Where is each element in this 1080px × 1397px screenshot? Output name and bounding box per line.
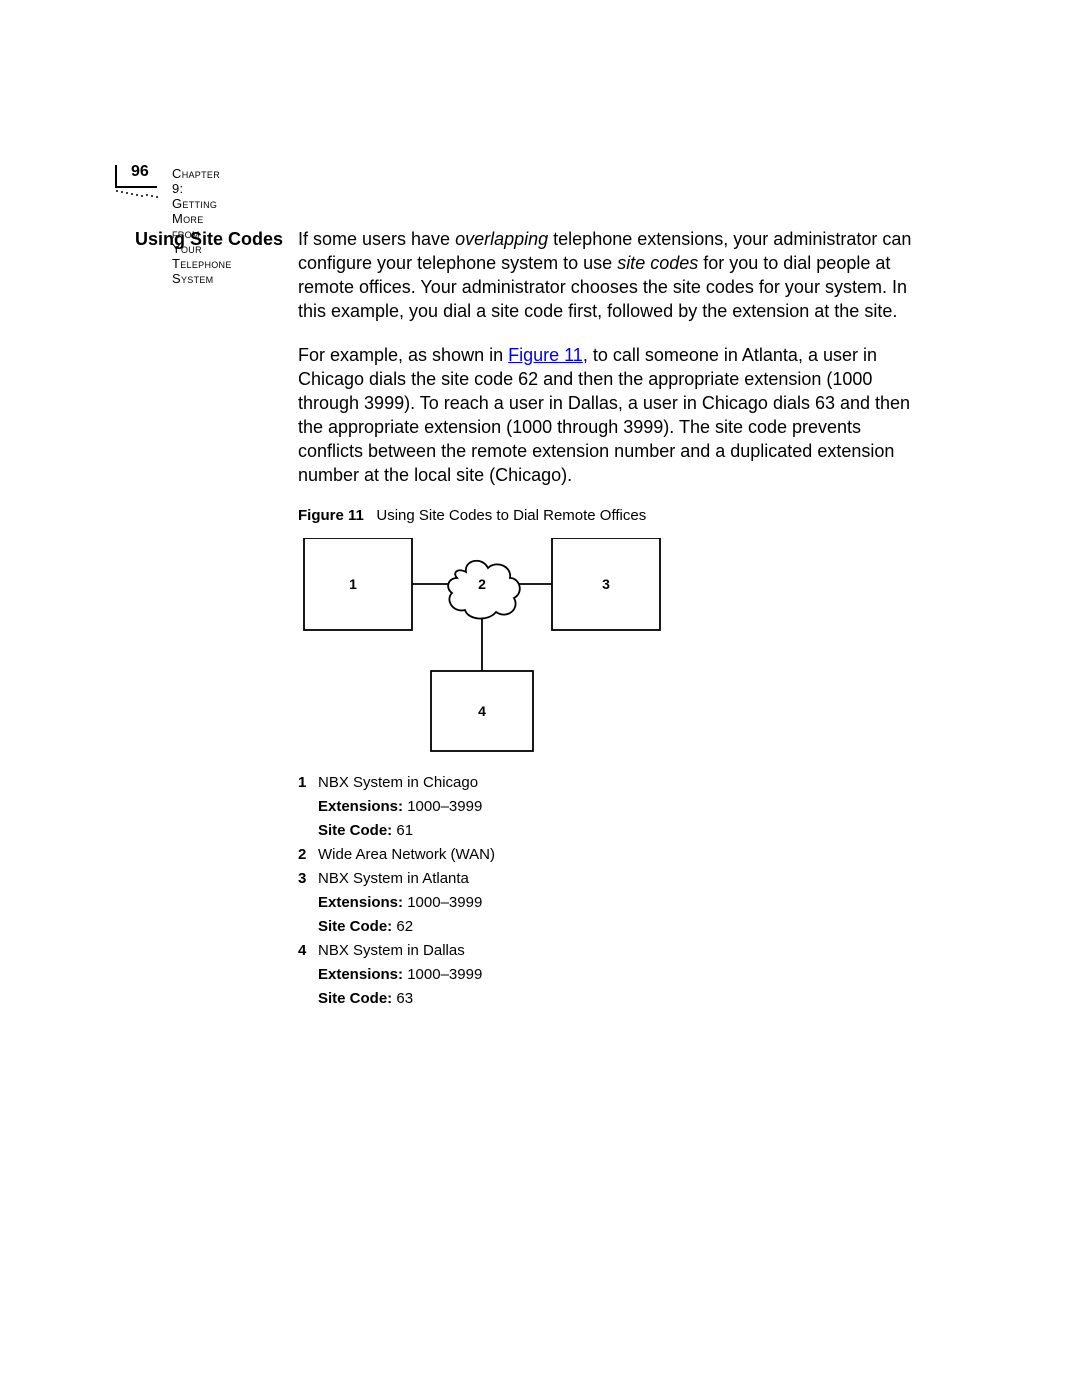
legend-title: Wide Area Network (WAN) — [318, 843, 930, 867]
page-number: 96 — [131, 163, 149, 181]
body-column: If some users have overlapping telephone… — [298, 227, 930, 1011]
legend-number: 2 — [298, 843, 318, 867]
diagram-label-4: 4 — [478, 703, 486, 719]
diagram-label-1: 1 — [349, 576, 357, 592]
legend-title: NBX System in Chicago — [318, 771, 930, 795]
legend-title: NBX System in Dallas — [318, 939, 930, 963]
legend-label: Extensions: — [318, 894, 403, 911]
side-heading: Using Site Codes — [118, 227, 283, 251]
legend-number: 3 — [298, 867, 318, 891]
legend-item: 2 Wide Area Network (WAN) — [298, 843, 930, 867]
figure-legend: 1 NBX System in Chicago Extensions: 1000… — [298, 771, 930, 1011]
header-dots-icon — [115, 189, 159, 201]
text: For example, as shown in — [298, 345, 508, 365]
legend-item: 1 NBX System in Chicago — [298, 771, 930, 795]
legend-number: 4 — [298, 939, 318, 963]
legend-value: 1000–3999 — [407, 798, 482, 815]
text: , to call someone in Atlanta, a user in … — [298, 345, 910, 485]
legend-detail: Site Code: 63 — [318, 987, 930, 1011]
legend-title: NBX System in Atlanta — [318, 867, 930, 891]
chapter-title: Chapter 9: Getting More from Your Teleph… — [172, 166, 232, 286]
text: If some users have — [298, 229, 455, 249]
legend-value: 1000–3999 — [407, 894, 482, 911]
legend-detail: Extensions: 1000–3999 — [318, 963, 930, 987]
legend-label: Site Code: — [318, 990, 392, 1007]
legend-label: Extensions: — [318, 798, 403, 815]
legend-item: 4 NBX System in Dallas — [298, 939, 930, 963]
legend-value: 63 — [396, 990, 413, 1007]
figure-caption-text: Using Site Codes to Dial Remote Offices — [376, 507, 646, 524]
figure-caption: Figure 11 Using Site Codes to Dial Remot… — [298, 507, 930, 524]
diagram-label-2: 2 — [478, 576, 486, 592]
header-rule-vertical — [115, 165, 117, 188]
legend-item: 3 NBX System in Atlanta — [298, 867, 930, 891]
legend-label: Site Code: — [318, 822, 392, 839]
header-rule-horizontal — [115, 186, 157, 188]
figure-label: Figure 11 — [298, 507, 364, 524]
legend-detail: Site Code: 62 — [318, 915, 930, 939]
legend-label: Site Code: — [318, 918, 392, 935]
page: 96 Chapter 9: Getting More from Your Tel… — [0, 0, 1080, 1397]
figure-diagram: 1 2 3 4 — [298, 538, 668, 753]
figure-link[interactable]: Figure 11 — [508, 345, 583, 365]
legend-detail: Extensions: 1000–3999 — [318, 795, 930, 819]
diagram-label-3: 3 — [602, 576, 610, 592]
legend-value: 1000–3999 — [407, 966, 482, 983]
legend-value: 62 — [396, 918, 413, 935]
legend-label: Extensions: — [318, 966, 403, 983]
legend-number: 1 — [298, 771, 318, 795]
legend-detail: Extensions: 1000–3999 — [318, 891, 930, 915]
paragraph-2: For example, as shown in Figure 11, to c… — [298, 343, 930, 487]
legend-detail: Site Code: 61 — [318, 819, 930, 843]
emphasis: site codes — [617, 253, 698, 273]
emphasis: overlapping — [455, 229, 548, 249]
legend-value: 61 — [396, 822, 413, 839]
paragraph-1: If some users have overlapping telephone… — [298, 227, 930, 323]
